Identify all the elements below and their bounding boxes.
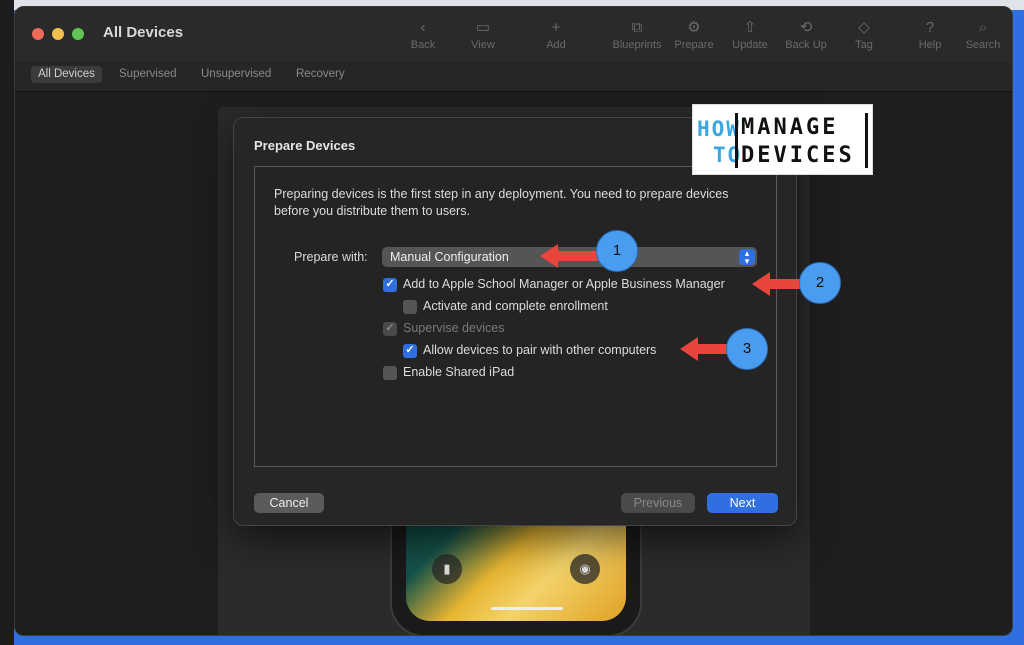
checkbox-box: ✓ — [383, 278, 397, 292]
annotation-arrow-3 — [680, 337, 728, 361]
toolbar-add-button[interactable]: + Add — [521, 17, 591, 51]
checkbox-label: Allow devices to pair with other compute… — [423, 343, 657, 357]
checkmark-icon: ✓ — [405, 344, 415, 356]
filter-tab-bar: All Devices Supervised Unsupervised Reco… — [15, 62, 1012, 92]
tab-unsupervised[interactable]: Unsupervised — [194, 66, 278, 83]
annotation-badge-2: 2 — [799, 262, 841, 304]
flashlight-icon: ▮ — [432, 554, 462, 584]
tab-all-devices[interactable]: All Devices — [31, 66, 102, 83]
toolbar-label: View — [471, 39, 495, 51]
checkbox-label: Enable Shared iPad — [403, 365, 515, 379]
annotation-badge-1: 1 — [596, 230, 638, 272]
checkbox-box: ✓ — [403, 344, 417, 358]
intro-text: Preparing devices is the first step in a… — [274, 187, 729, 218]
window-title: All Devices — [103, 24, 184, 41]
previous-button[interactable]: Previous — [621, 493, 695, 513]
toolbar-search-button[interactable]: ⌕ Search — [948, 17, 1012, 51]
dialog-title: Prepare Devices — [254, 138, 356, 153]
toolbar-tag-button[interactable]: ◇ Tag — [829, 17, 899, 51]
checkbox-label: Add to Apple School Manager or Apple Bus… — [403, 277, 725, 291]
zoom-window-button[interactable] — [72, 28, 84, 40]
logo-divider — [735, 113, 738, 168]
howtomanagedevices-logo: HOW TO MANAGE DEVICES — [692, 104, 873, 175]
annotation-badge-3: 3 — [726, 328, 768, 370]
toolbar-label: Back Up — [785, 39, 827, 51]
toolbar-label: Add — [546, 39, 566, 51]
camera-icon: ◉ — [570, 554, 600, 584]
configurator-window: All Devices ‹ Back ▭ View + Add ⧉ Blueprints… — [14, 6, 1013, 636]
logo-manage-text: MANAGE — [741, 115, 839, 140]
minimize-window-button[interactable] — [52, 28, 64, 40]
annotation-arrow-2 — [752, 272, 800, 296]
logo-devices-text: DEVICES — [741, 143, 855, 168]
search-icon: ⌕ — [978, 19, 988, 36]
toolbar-label: Prepare — [674, 39, 714, 51]
toolbar-label: Help — [918, 39, 942, 51]
logo-divider-right — [865, 113, 868, 168]
title-bar: All Devices ‹ Back ▭ View + Add ⧉ Blueprints… — [15, 7, 1012, 62]
chevron-updown-icon: ▴ ▾ — [739, 249, 755, 266]
tab-recovery[interactable]: Recovery — [289, 66, 352, 83]
annotation-arrow-1 — [540, 244, 598, 268]
toolbar-view-button[interactable]: ▭ View — [448, 17, 518, 51]
cancel-button[interactable]: Cancel — [254, 493, 324, 513]
tag-icon: ◇ — [858, 19, 870, 36]
add-icon: + — [551, 19, 561, 36]
toolbar-label: Search — [965, 39, 1001, 51]
checkmark-icon: ✓ — [385, 278, 395, 290]
toolbar-label: Back — [410, 39, 436, 51]
checkbox-box — [403, 300, 417, 314]
background-app-strip — [0, 0, 14, 645]
checkbox-label: Activate and complete enrollment — [423, 299, 608, 313]
checkbox-box — [383, 366, 397, 380]
prepare-devices-dialog: Prepare Devices Preparing devices is the… — [233, 117, 797, 526]
dialog-inset-box: Preparing devices is the first step in a… — [254, 166, 777, 467]
checkmark-icon: ✓ — [385, 322, 395, 334]
close-window-button[interactable] — [32, 28, 44, 40]
tab-supervised[interactable]: Supervised — [112, 66, 184, 83]
next-button[interactable]: Next — [707, 493, 778, 513]
checkbox-label: Supervise devices — [403, 321, 505, 335]
toolbar-label: Blueprints — [612, 39, 662, 51]
toolbar-label: Tag — [855, 39, 873, 51]
view-icon: ▭ — [475, 19, 491, 36]
prepare-with-value: Manual Configuration — [390, 250, 509, 264]
toolbar-label: Update — [732, 39, 768, 51]
prepare-with-label: Prepare with: — [294, 250, 368, 264]
home-indicator — [491, 607, 563, 610]
checkbox-box: ✓ — [383, 322, 397, 336]
